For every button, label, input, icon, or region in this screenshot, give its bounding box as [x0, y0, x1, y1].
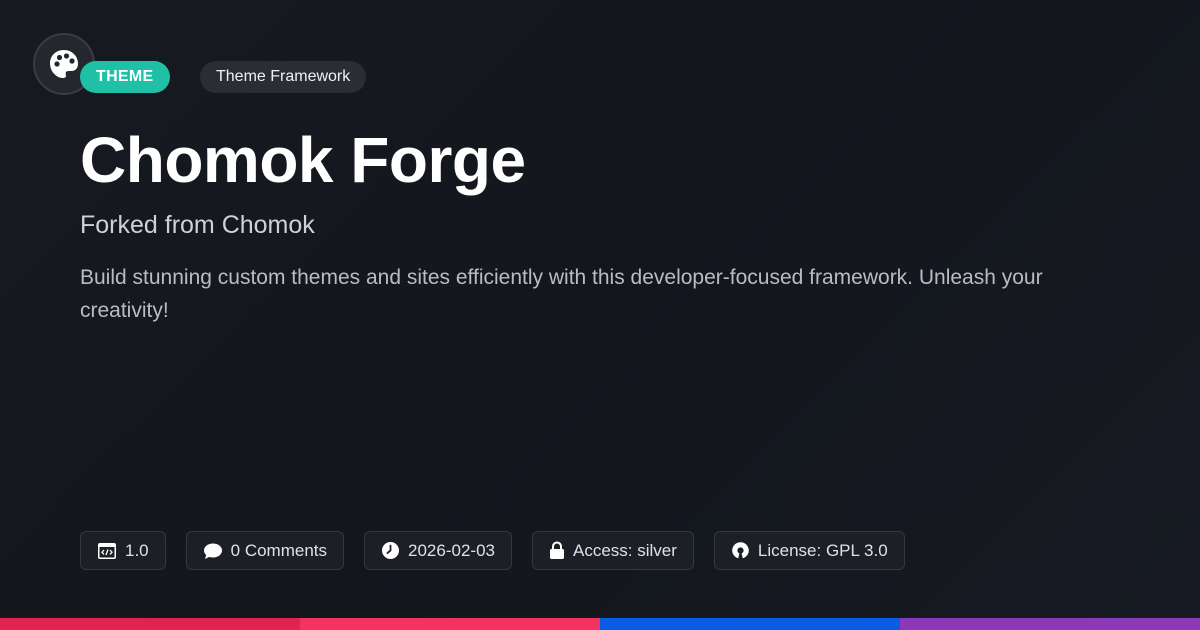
date-label: 2026-02-03	[408, 540, 495, 560]
stripe-segment	[900, 618, 1200, 630]
access-label: Access: silver	[572, 540, 677, 560]
stripe-segment	[0, 618, 300, 630]
stripe-segment	[300, 618, 600, 630]
page-title: Chomok Forge	[80, 124, 526, 196]
version-label: 1.0	[125, 540, 149, 560]
meta-row: 1.0 0 Comments 2026-02-03 Access: silver…	[80, 531, 905, 570]
license-chip: License: GPL 3.0	[713, 531, 905, 570]
access-chip: Access: silver	[531, 531, 694, 570]
date-chip: 2026-02-03	[364, 531, 512, 570]
page-description: Build stunning custom themes and sites e…	[80, 266, 1043, 322]
color-stripe	[0, 618, 1200, 630]
stripe-segment	[600, 618, 900, 630]
category-badge[interactable]: Theme Framework	[200, 61, 367, 93]
speech-bubble-icon	[203, 543, 222, 559]
comments-chip[interactable]: 0 Comments	[185, 531, 345, 570]
lock-icon	[549, 541, 564, 559]
clock-icon	[382, 542, 400, 559]
code-window-icon	[98, 542, 116, 559]
license-label: License: GPL 3.0	[757, 540, 888, 560]
page-subtitle: Forked from Chomok	[80, 211, 315, 239]
palette-icon	[50, 50, 78, 78]
open-source-icon	[732, 542, 749, 559]
version-chip: 1.0	[80, 531, 166, 570]
type-badge[interactable]: THEME	[80, 61, 170, 93]
comments-label: 0 Comments	[230, 540, 328, 560]
